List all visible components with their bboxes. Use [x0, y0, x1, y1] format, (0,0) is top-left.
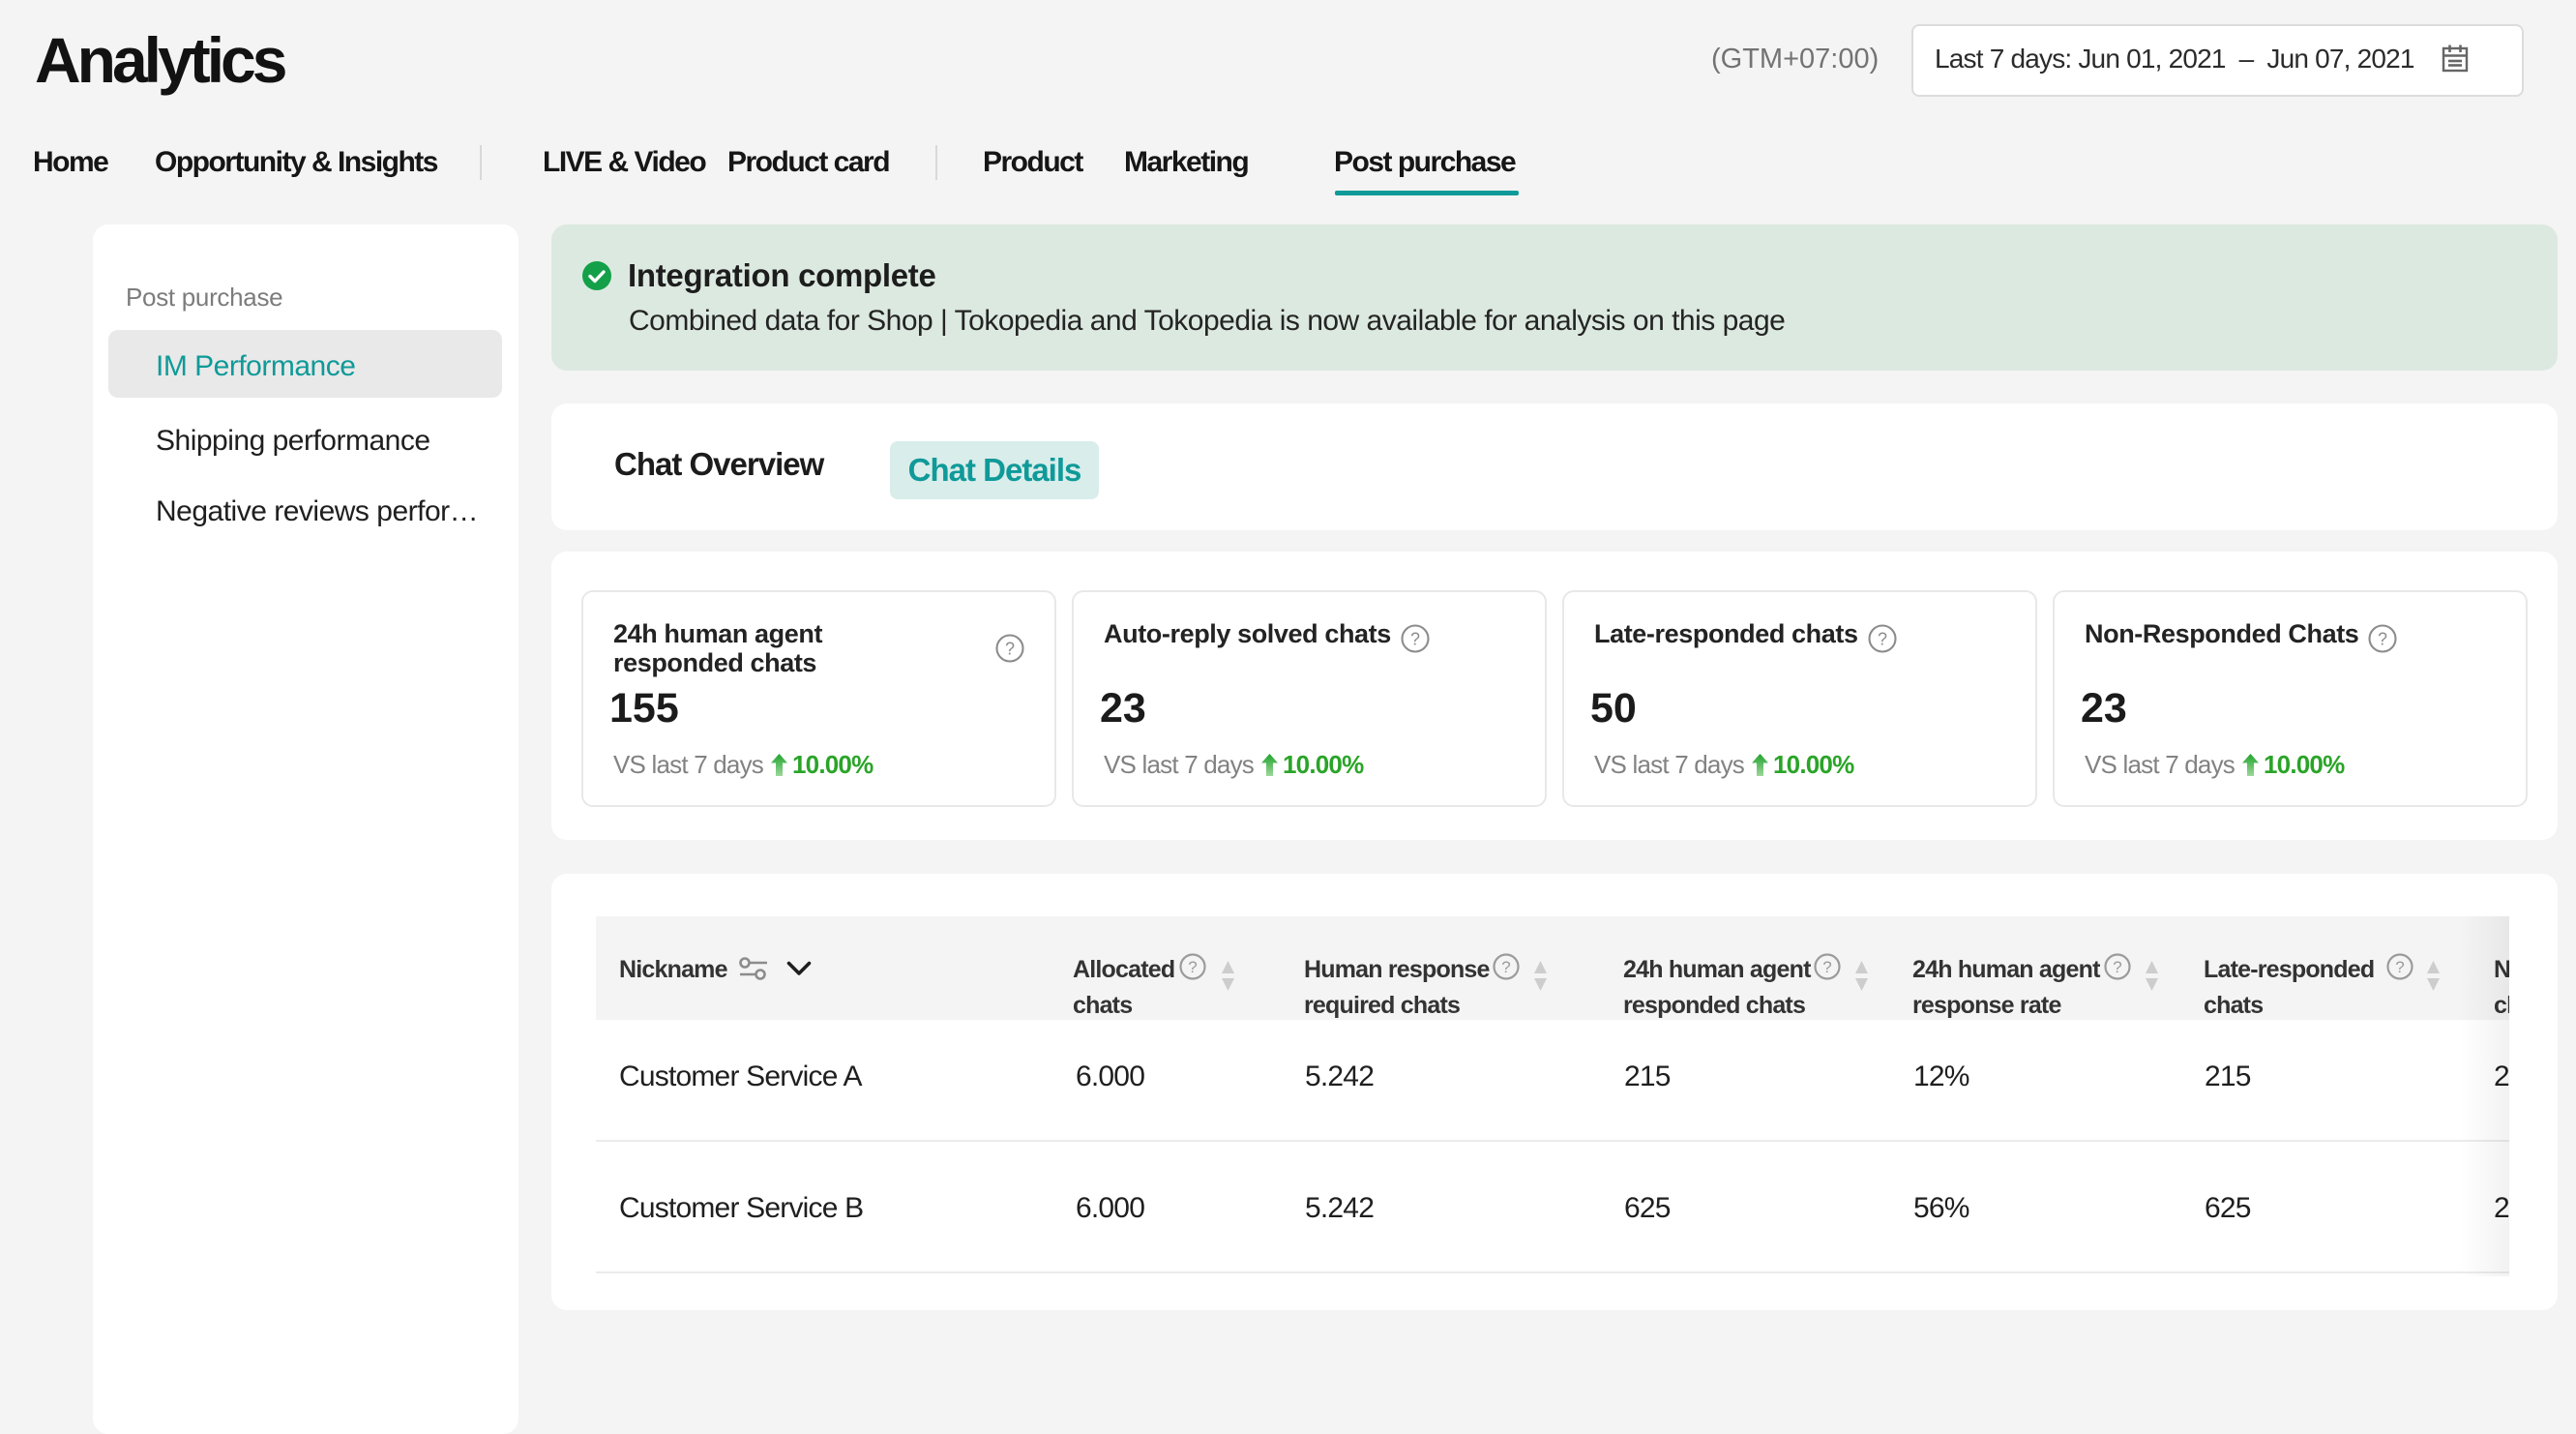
svg-text:?: ? — [1005, 640, 1015, 659]
svg-text:?: ? — [2113, 958, 2121, 976]
svg-text:?: ? — [1410, 630, 1420, 649]
svg-text:?: ? — [1188, 958, 1197, 976]
svg-text:?: ? — [2378, 630, 2387, 649]
svg-text:?: ? — [1501, 958, 1510, 976]
svg-text:?: ? — [2395, 958, 2404, 976]
svg-text:?: ? — [1878, 630, 1887, 649]
svg-text:?: ? — [1822, 958, 1831, 976]
